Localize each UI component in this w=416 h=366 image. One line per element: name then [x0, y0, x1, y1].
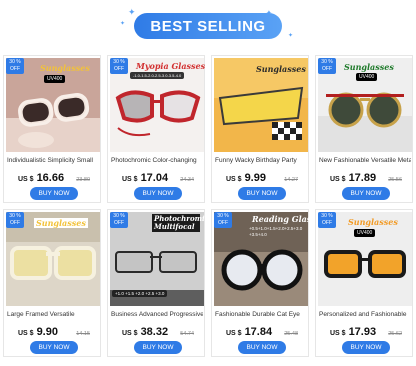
overlay-title: Sunglasses — [256, 64, 306, 74]
product-card[interactable]: 30 % OFF Sunglasses UV400 Individualisti… — [3, 55, 101, 203]
uv-tag: UV400 — [44, 75, 66, 83]
price: 16.66 — [36, 172, 65, 184]
discount-badge: 30 % OFF — [6, 212, 24, 228]
price: 17.84 — [244, 326, 273, 338]
price-row: US $ 17.84 25.48 — [226, 326, 306, 338]
currency: US $ — [330, 176, 346, 183]
price-row: US $ 9.99 14.27 — [226, 172, 306, 184]
price: 9.99 — [244, 172, 266, 184]
discount-badge: 30 % OFF — [110, 212, 128, 228]
banner-title: BEST SELLING — [134, 13, 282, 39]
old-price: 25.62 — [388, 331, 402, 337]
product-card[interactable]: 30 % OFF Sunglasses Large Framed Versati… — [3, 209, 101, 357]
banner-header: ✦ ✦ ✦ ✦ BEST SELLING — [0, 0, 416, 50]
sparkle-icon: ✦ — [128, 7, 136, 17]
currency: US $ — [330, 330, 346, 337]
overlay-title: Sunglasses — [344, 62, 394, 72]
price-row: US $ 17.93 25.62 — [330, 326, 410, 338]
uv-tag: UV400 — [354, 229, 376, 237]
buy-now-button[interactable]: BUY NOW — [342, 341, 390, 354]
price: 9.90 — [36, 326, 58, 338]
product-title[interactable]: Funny Wacky Birthday Party — [215, 157, 307, 167]
overlay-title: Sunglasses — [40, 63, 90, 73]
old-price: 24.34 — [180, 177, 194, 183]
diopter-tag: +0.5+1.0+1.5+2.0+2.5+3.0 +3.5+4.0 — [249, 226, 303, 237]
old-price: 14.27 — [284, 177, 298, 183]
buy-now-button[interactable]: BUY NOW — [342, 187, 390, 200]
price: 17.89 — [348, 172, 377, 184]
overlay-title: Sunglasses — [348, 217, 398, 227]
product-title[interactable]: Large Framed Versatile — [7, 311, 99, 321]
product-card[interactable]: 30 % OFF Photochromic Multifocal +1.0 +1… — [107, 209, 209, 357]
uv-tag: UV400 — [356, 73, 378, 81]
currency: US $ — [18, 330, 34, 337]
price: 17.04 — [140, 172, 169, 184]
price-row: US $ 38.32 54.74 — [122, 326, 202, 338]
currency: US $ — [226, 176, 242, 183]
product-title[interactable]: Personalized and Fashionable — [319, 311, 411, 321]
buy-now-button[interactable]: BUY NOW — [30, 187, 78, 200]
currency: US $ — [226, 330, 242, 337]
currency: US $ — [18, 176, 34, 183]
old-price: 23.80 — [76, 177, 90, 183]
buy-now-button[interactable]: BUY NOW — [134, 341, 182, 354]
product-title[interactable]: Photochromic Color-changing — [111, 157, 203, 167]
old-price: 25.48 — [284, 331, 298, 337]
old-price: 14.15 — [76, 331, 90, 337]
discount-badge: 30 % OFF — [318, 58, 336, 74]
discount-badge: 30 % OFF — [318, 212, 336, 228]
price: 38.32 — [140, 326, 169, 338]
buy-now-button[interactable]: BUY NOW — [238, 341, 286, 354]
discount-badge: 30 % OFF — [6, 58, 24, 74]
diopter-tag: +1.0 +1.5 +2.0 +2.5 +3.0 — [112, 290, 168, 297]
product-title[interactable]: New Fashionable Versatile Metal — [319, 157, 411, 167]
overlay-title: Myopia Glasses — [136, 61, 206, 71]
product-card[interactable]: 30 % OFF Reading Glasses +0.5+1.0+1.5+2.… — [211, 209, 325, 357]
price: 17.93 — [348, 326, 377, 338]
product-title[interactable]: Individualistic Simplicity Small — [7, 157, 99, 167]
price-row: US $ 17.89 25.56 — [330, 172, 410, 184]
product-card[interactable]: 30 % OFF Myopia Glasses -1.0-1.5-2.0-2.5… — [107, 55, 205, 203]
product-title[interactable]: Business Advanced Progressive — [111, 311, 203, 321]
product-card[interactable]: 30 % OFF Sunglasses UV400 Personalized a… — [315, 209, 413, 357]
buy-now-button[interactable]: BUY NOW — [134, 187, 182, 200]
price-row: US $ 16.66 23.80 — [18, 172, 98, 184]
overlay-title: Photochromic Multifocal — [152, 214, 209, 232]
buy-now-button[interactable]: BUY NOW — [238, 187, 286, 200]
price-row: US $ 9.90 14.15 — [18, 326, 98, 338]
price-row: US $ 17.04 24.34 — [122, 172, 202, 184]
buy-now-button[interactable]: BUY NOW — [30, 341, 78, 354]
product-card[interactable]: Sunglasses Funny Wacky Birthday Party US… — [211, 55, 309, 203]
product-title[interactable]: Fashionable Durable Cat Eye — [215, 311, 307, 321]
old-price: 54.74 — [180, 331, 194, 337]
discount-badge: 30 % OFF — [214, 212, 232, 228]
discount-badge: 30 % OFF — [110, 58, 128, 74]
sparkle-icon: ✦ — [120, 21, 126, 27]
sparkle-icon: ✦ — [288, 33, 294, 39]
currency: US $ — [122, 330, 138, 337]
old-price: 25.56 — [388, 177, 402, 183]
currency: US $ — [122, 176, 138, 183]
overlay-title: Sunglasses — [34, 218, 88, 228]
product-card[interactable]: 30 % OFF Sunglasses UV400 New Fashionabl… — [315, 55, 413, 203]
diopter-tag: -1.0-1.5-2.0-2.5-3.0-3.5-4.0 — [130, 72, 185, 79]
